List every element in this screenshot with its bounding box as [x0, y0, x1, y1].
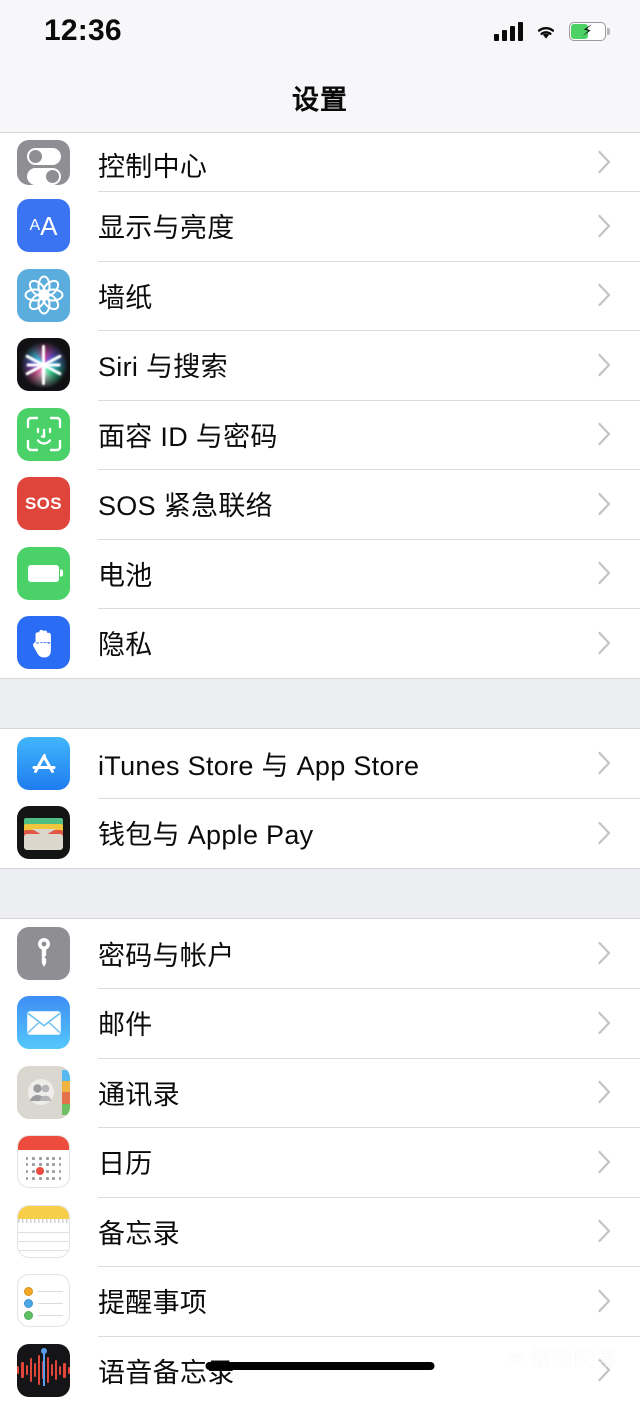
chevron-right-icon — [598, 151, 611, 174]
home-indicator-bar[interactable] — [206, 1362, 435, 1370]
chevron-right-icon — [598, 1081, 611, 1104]
status-bar-clock: 12:36 — [44, 14, 122, 48]
settings-row-label: 语音备忘录 — [98, 1351, 235, 1390]
reminders-icon — [17, 1274, 70, 1327]
voice-memos-icon — [17, 1344, 70, 1397]
settings-row-label: 通讯录 — [98, 1073, 180, 1112]
settings-group-store: iTunes Store 与 App Store 钱包与 Apple Pay — [0, 729, 640, 868]
settings-row-contacts[interactable]: 通讯录 — [0, 1058, 640, 1128]
wallet-icon — [17, 806, 70, 859]
settings-row-label: 备忘录 — [98, 1212, 180, 1251]
settings-row-reminders[interactable]: 提醒事项 — [0, 1266, 640, 1336]
wifi-icon — [534, 22, 558, 41]
page-title: 设置 — [292, 78, 348, 117]
settings-group-system: 控制中心 AA 显示与亮度 — [0, 133, 640, 678]
chevron-right-icon — [598, 821, 611, 844]
settings-row-label: 日历 — [98, 1142, 153, 1181]
settings-row-label: 密码与帐户 — [98, 934, 235, 973]
settings-row-voice-memos[interactable]: 语音备忘录 — [0, 1336, 640, 1405]
settings-row-label: 钱包与 Apple Pay — [98, 813, 313, 852]
battery-settings-icon — [17, 547, 70, 600]
settings-row-battery[interactable]: 电池 — [0, 539, 640, 609]
siri-icon — [17, 338, 70, 391]
settings-row-emergency-sos[interactable]: SOS SOS 紧急联络 — [0, 469, 640, 539]
chevron-right-icon — [598, 1011, 611, 1034]
settings-row-label: 面容 ID 与密码 — [98, 415, 278, 454]
settings-scroll-view[interactable]: 控制中心 AA 显示与亮度 — [0, 133, 640, 1405]
chevron-right-icon — [598, 284, 611, 307]
notes-icon — [17, 1205, 70, 1258]
settings-row-mail[interactable]: 邮件 — [0, 988, 640, 1058]
cellular-signal-icon — [494, 22, 523, 41]
control-center-icon — [17, 140, 70, 185]
settings-group-apps: 密码与帐户 邮件 — [0, 919, 640, 1405]
mail-icon — [17, 996, 70, 1049]
chevron-right-icon — [598, 752, 611, 775]
emergency-sos-icon: SOS — [17, 477, 70, 530]
wallpaper-icon — [17, 269, 70, 322]
settings-row-face-id-passcode[interactable]: 面容 ID 与密码 — [0, 400, 640, 470]
settings-row-passwords-accounts[interactable]: 密码与帐户 — [0, 919, 640, 989]
settings-row-calendar[interactable]: 日历 — [0, 1127, 640, 1197]
face-id-icon — [17, 408, 70, 461]
settings-row-label: 隐私 — [98, 623, 153, 662]
settings-row-control-center[interactable]: 控制中心 — [0, 133, 640, 191]
privacy-icon — [17, 616, 70, 669]
settings-row-label: SOS 紧急联络 — [98, 484, 273, 523]
settings-row-label: Siri 与搜索 — [98, 345, 228, 384]
settings-row-label: 控制中心 — [98, 145, 207, 184]
chevron-right-icon — [598, 1289, 611, 1312]
status-bar-indicators: ⚡ — [494, 22, 606, 41]
settings-row-label: 电池 — [98, 554, 153, 593]
settings-row-label: iTunes Store 与 App Store — [98, 744, 419, 783]
status-bar: 12:36 ⚡ — [0, 0, 640, 62]
settings-row-wallet-apple-pay[interactable]: 钱包与 Apple Pay — [0, 798, 640, 868]
chevron-right-icon — [598, 1359, 611, 1382]
chevron-right-icon — [598, 214, 611, 237]
chevron-right-icon — [598, 1150, 611, 1173]
navigation-bar: 设置 — [0, 62, 640, 133]
settings-row-notes[interactable]: 备忘录 — [0, 1197, 640, 1267]
settings-row-label: 邮件 — [98, 1003, 153, 1042]
chevron-right-icon — [598, 942, 611, 965]
chevron-right-icon — [598, 353, 611, 376]
settings-row-display-brightness[interactable]: AA 显示与亮度 — [0, 191, 640, 261]
chevron-right-icon — [598, 562, 611, 585]
calendar-icon — [17, 1135, 70, 1188]
section-gap — [0, 868, 640, 919]
passwords-accounts-icon — [17, 927, 70, 980]
app-store-icon — [17, 737, 70, 790]
chevron-right-icon — [598, 1220, 611, 1243]
battery-charging-icon: ⚡ — [569, 22, 606, 41]
settings-row-label: 提醒事项 — [98, 1281, 207, 1320]
section-gap — [0, 678, 640, 729]
settings-row-wallpaper[interactable]: 墙纸 — [0, 261, 640, 331]
chevron-right-icon — [598, 631, 611, 654]
contacts-icon — [17, 1066, 70, 1119]
display-brightness-icon: AA — [17, 199, 70, 252]
settings-row-label: 显示与亮度 — [98, 206, 235, 245]
settings-row-siri-search[interactable]: Siri 与搜索 — [0, 330, 640, 400]
settings-row-itunes-app-store[interactable]: iTunes Store 与 App Store — [0, 729, 640, 799]
settings-row-privacy[interactable]: 隐私 — [0, 608, 640, 678]
settings-row-label: 墙纸 — [98, 276, 153, 315]
chevron-right-icon — [598, 423, 611, 446]
chevron-right-icon — [598, 492, 611, 515]
